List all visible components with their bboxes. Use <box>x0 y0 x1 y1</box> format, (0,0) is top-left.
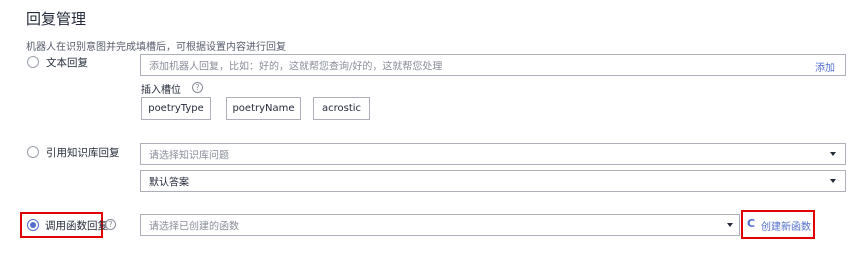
refresh-icon[interactable]: C <box>747 217 755 230</box>
slot-button-poetryname[interactable]: poetryName <box>226 97 301 120</box>
page-description: 机器人在识别意图并完成填槽后，可根据设置内容进行回复 <box>26 42 286 53</box>
kb-reply-radio[interactable] <box>27 146 39 158</box>
page-title: 回复管理 <box>26 10 87 28</box>
text-reply-label: 文本回复 <box>46 57 88 69</box>
text-reply-radio[interactable] <box>27 56 39 68</box>
function-select[interactable]: 请选择已创建的函数 <box>140 214 740 236</box>
slot-button-acrostic[interactable]: acrostic <box>313 97 370 120</box>
function-reply-radio[interactable] <box>27 219 39 231</box>
chevron-down-icon <box>830 179 836 183</box>
create-function-link[interactable]: 创建新函数 <box>761 218 811 233</box>
function-select-placeholder: 请选择已创建的函数 <box>149 221 239 233</box>
slot-help-icon[interactable]: ? <box>192 82 203 93</box>
kb-answer-select[interactable]: 默认答案 <box>140 170 846 192</box>
chevron-down-icon <box>727 223 733 227</box>
text-reply-placeholder: 添加机器人回复，比如：好的，这就帮您查询/好的，这就帮您处理 <box>149 61 443 73</box>
slot-button-poetrytype[interactable]: poetryType <box>141 97 211 120</box>
text-reply-input[interactable]: 添加机器人回复，比如：好的，这就帮您查询/好的，这就帮您处理 添加 <box>140 54 846 76</box>
function-reply-label: 调用函数回复 <box>45 220 108 232</box>
kb-answer-value: 默认答案 <box>149 177 189 189</box>
kb-reply-label: 引用知识库回复 <box>46 147 120 159</box>
function-help-icon[interactable]: ? <box>105 219 116 230</box>
kb-question-select[interactable]: 请选择知识库问题 <box>140 143 846 165</box>
chevron-down-icon <box>830 152 836 156</box>
insert-slot-label: 插入槽位 <box>141 85 181 96</box>
add-reply-button[interactable]: 添加 <box>815 59 835 74</box>
kb-question-placeholder: 请选择知识库问题 <box>149 150 229 162</box>
